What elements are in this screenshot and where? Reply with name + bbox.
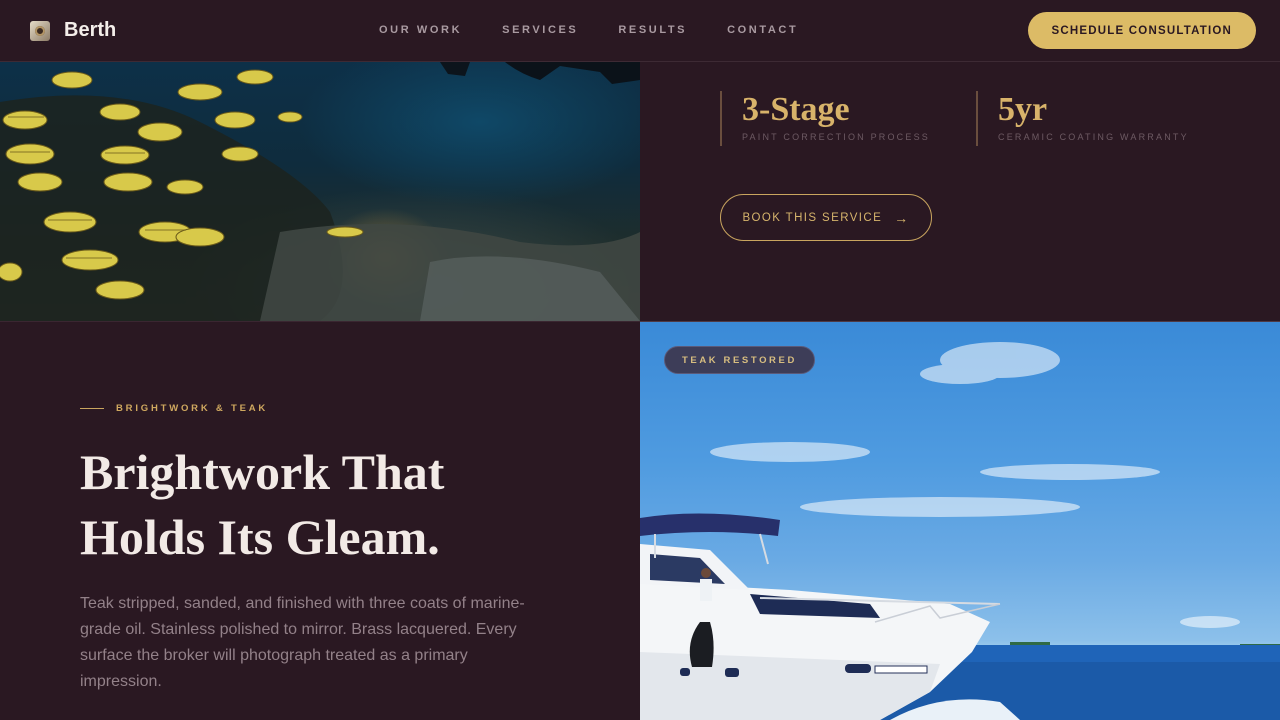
- brand[interactable]: Berth: [30, 19, 116, 42]
- stat-value: 5yr: [998, 91, 1048, 128]
- stat-label: CERAMIC COATING WARRANTY: [998, 132, 1189, 142]
- yacht-image: [640, 322, 1280, 720]
- nav-link-results[interactable]: RESULTS: [618, 24, 687, 36]
- stat-value: 3-Stage: [742, 91, 850, 128]
- nav-link-services[interactable]: SERVICES: [502, 24, 578, 36]
- stat-label: PAINT CORRECTION PROCESS: [742, 132, 930, 142]
- brand-name: Berth: [64, 19, 117, 41]
- eyebrow-label: BRIGHTWORK & TEAK: [116, 403, 269, 414]
- teak-restored-badge: TEAK RESTORED: [664, 346, 815, 374]
- headline-line-1: Brightwork That: [80, 444, 445, 500]
- top-nav: Berth OUR WORK SERVICES RESULTS CONTACT …: [0, 0, 1280, 62]
- arrow-right-icon: →: [894, 209, 910, 226]
- main-menu: OUR WORK SERVICES RESULTS CONTACT: [379, 24, 798, 36]
- nav-link-our-work[interactable]: OUR WORK: [379, 24, 462, 36]
- nav-link-contact[interactable]: CONTACT: [727, 24, 798, 36]
- book-this-service-button[interactable]: BOOK THIS SERVICE →: [720, 194, 932, 241]
- brand-logo-icon: [30, 20, 50, 41]
- book-button-label: BOOK THIS SERVICE: [742, 211, 883, 224]
- section-divider-left: [0, 321, 640, 322]
- section-eyebrow: BRIGHTWORK & TEAK: [80, 403, 268, 414]
- eyebrow-rule: [80, 408, 104, 409]
- reef-fish-image: [0, 62, 640, 321]
- section-headline: Brightwork That Holds Its Gleam.: [80, 440, 600, 570]
- schedule-consultation-button[interactable]: SCHEDULE CONSULTATION: [1027, 12, 1256, 49]
- stat-paint-correction: 3-Stage PAINT CORRECTION PROCESS: [720, 91, 930, 146]
- headline-line-2: Holds Its Gleam.: [80, 509, 440, 565]
- section-body: Teak stripped, sanded, and finished with…: [80, 595, 525, 690]
- stat-ceramic-warranty: 5yr CERAMIC COATING WARRANTY: [976, 91, 1189, 146]
